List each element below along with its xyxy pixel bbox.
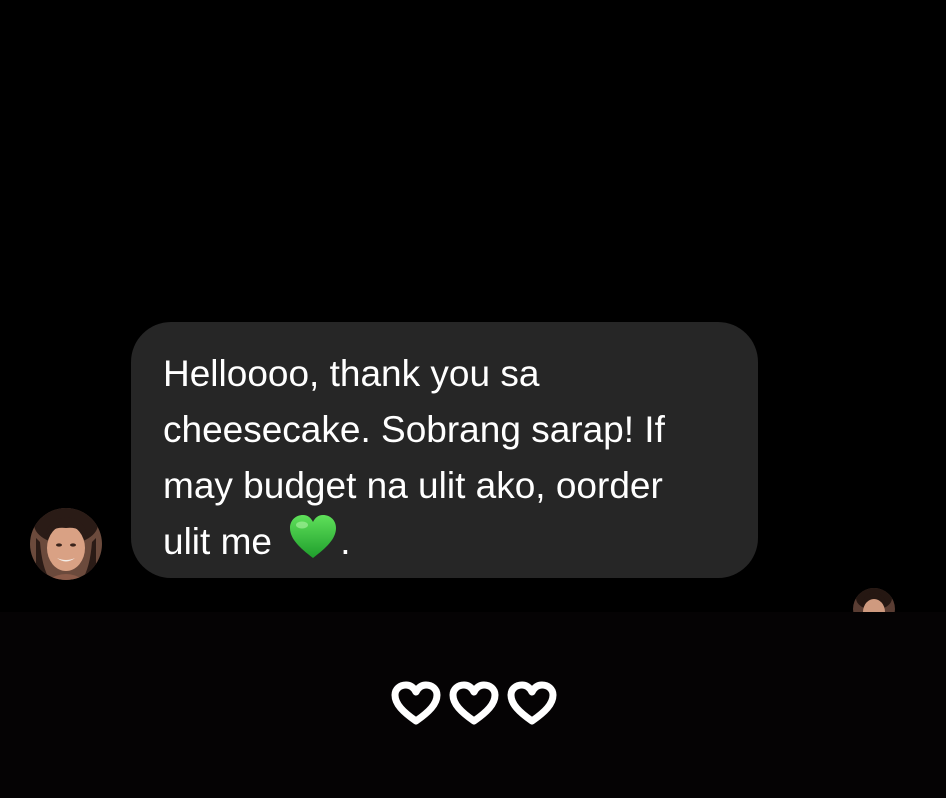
message-line-last: ulit me . (163, 514, 728, 576)
heart-outline-icon[interactable] (390, 680, 442, 726)
message-text: Helloooo, thank you sa cheesecake. Sobran… (163, 346, 728, 576)
message-line: Helloooo, thank you sa (163, 353, 540, 394)
reaction-hearts[interactable] (390, 680, 558, 726)
message-line-text: . (340, 521, 351, 562)
sender-avatar-image (30, 508, 102, 580)
heart-outline-icon[interactable] (506, 680, 558, 726)
heart-outline-icon[interactable] (448, 680, 500, 726)
chat-screen: Helloooo, thank you sa cheesecake. Sobran… (0, 0, 946, 798)
green-heart-icon (288, 514, 338, 576)
message-line-text: ulit me (163, 521, 283, 562)
sender-avatar[interactable] (30, 508, 102, 580)
message-line: may budget na ulit ako, oorder (163, 465, 663, 506)
message-thread[interactable]: Helloooo, thank you sa cheesecake. Sobran… (0, 0, 946, 630)
message-bubble[interactable]: Helloooo, thank you sa cheesecake. Sobran… (131, 322, 758, 578)
message-line: cheesecake. Sobrang sarap! If (163, 409, 665, 450)
